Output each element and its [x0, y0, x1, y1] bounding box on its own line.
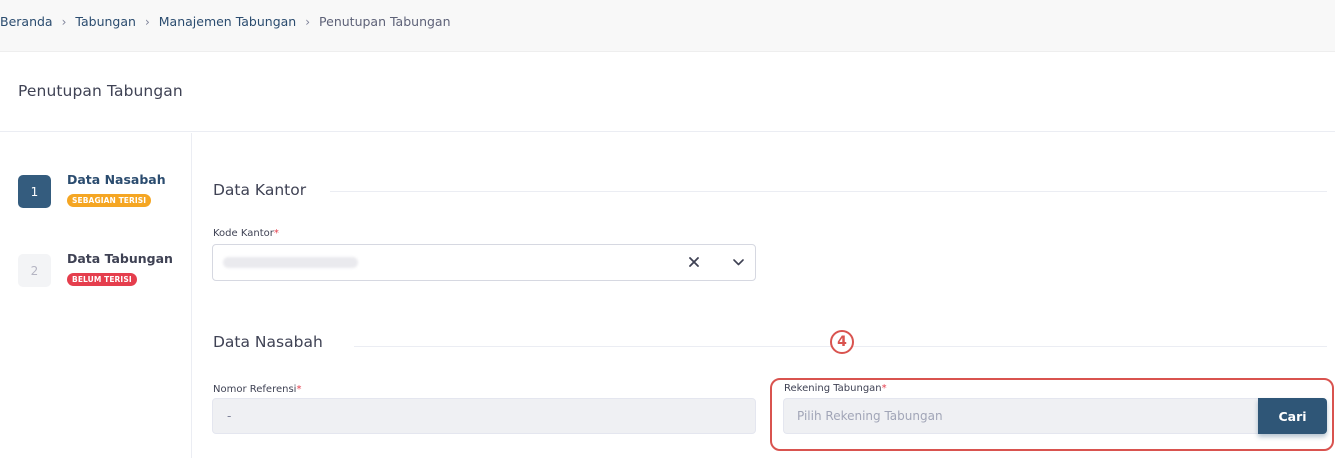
annotation-marker: 4 [830, 330, 854, 354]
breadcrumb-bar: Beranda › Tabungan › Manajemen Tabungan … [0, 0, 1335, 52]
required-mark: * [881, 383, 887, 394]
rekening-tabungan-input[interactable] [783, 398, 1259, 434]
breadcrumb-home[interactable]: Beranda [0, 14, 53, 29]
step-number: 1 [18, 175, 51, 208]
breadcrumb-current: Penutupan Tabungan [319, 14, 451, 29]
chevron-down-icon[interactable] [727, 251, 749, 273]
kode-kantor-label: Kode Kantor* [213, 228, 279, 239]
required-mark: * [273, 228, 279, 239]
section-divider [330, 191, 1327, 192]
breadcrumb: Beranda › Tabungan › Manajemen Tabungan … [0, 14, 451, 29]
status-badge: SEBAGIAN TERISI [67, 194, 152, 207]
breadcrumb-separator: › [305, 14, 311, 29]
required-mark: * [296, 384, 302, 395]
status-badge: BELUM TERISI [67, 273, 137, 286]
kode-kantor-select[interactable] [212, 244, 756, 281]
nomor-referensi-field: - [212, 398, 756, 434]
kode-kantor-value-redacted [223, 257, 358, 268]
section-title-data-kantor: Data Kantor [213, 181, 307, 199]
step-data-nasabah[interactable]: 1 Data Nasabah SEBAGIAN TERISI [18, 172, 166, 208]
step-number: 2 [18, 254, 51, 287]
rekening-tabungan-label: Rekening Tabungan* [784, 383, 887, 394]
page-title: Penutupan Tabungan [18, 82, 183, 100]
stepper: 1 Data Nasabah SEBAGIAN TERISI 2 Data Ta… [0, 133, 192, 458]
breadcrumb-separator: › [61, 14, 67, 29]
section-title-data-nasabah: Data Nasabah [213, 333, 323, 351]
clear-icon[interactable] [683, 251, 705, 273]
nomor-referensi-label: Nomor Referensi* [213, 384, 302, 395]
step-data-tabungan[interactable]: 2 Data Tabungan BELUM TERISI [18, 251, 173, 287]
breadcrumb-separator: › [144, 14, 150, 29]
breadcrumb-tabungan[interactable]: Tabungan [75, 14, 136, 29]
step-label: Data Nasabah [67, 172, 166, 187]
card-header: Penutupan Tabungan [0, 53, 1335, 132]
breadcrumb-manajemen-tabungan[interactable]: Manajemen Tabungan [159, 14, 296, 29]
step-label: Data Tabungan [67, 251, 173, 266]
cari-button[interactable]: Cari [1258, 398, 1327, 434]
